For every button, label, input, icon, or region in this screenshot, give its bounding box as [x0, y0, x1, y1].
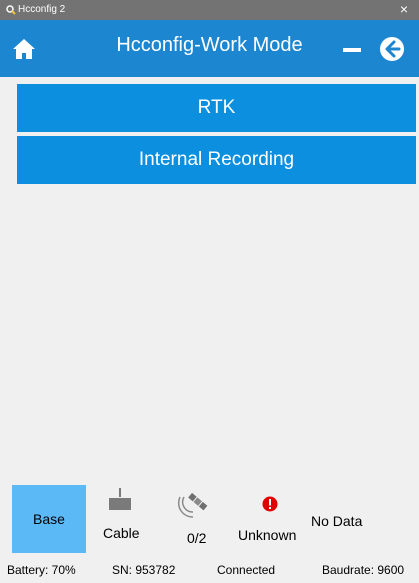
window-titlebar: Hcconfig 2 ×: [0, 0, 419, 20]
battery-status: Battery: 70%: [7, 563, 76, 577]
connection-type-label: Cable: [103, 525, 140, 541]
status-bar: Base Cable 0/2 Unknown No Data: [0, 485, 419, 560]
internal-recording-button[interactable]: Internal Recording: [17, 136, 416, 184]
back-arrow-icon[interactable]: [379, 36, 405, 62]
satellite-icon: [177, 492, 208, 518]
baudrate-status: Baudrate: 9600: [322, 563, 405, 577]
serial-number: SN: 953782: [112, 563, 176, 577]
connection-status: Connected: [217, 563, 276, 577]
app-icon: [6, 5, 16, 15]
data-status: No Data: [311, 513, 363, 529]
base-mode-button[interactable]: Base: [12, 485, 86, 553]
rtk-button[interactable]: RTK: [17, 84, 416, 132]
solution-status: Unknown: [238, 527, 297, 543]
minus-icon[interactable]: [342, 40, 362, 60]
close-window-button[interactable]: ×: [389, 0, 419, 20]
radio-antenna-icon: [109, 488, 131, 510]
window-title: Hcconfig 2: [18, 4, 66, 15]
satellite-count: 0/2: [187, 530, 207, 546]
error-icon: [262, 496, 278, 512]
footer: Battery: 70% SN: 953782 Connected Baudra…: [0, 562, 419, 583]
app-header: Hcconfig-Work Mode: [0, 20, 419, 77]
